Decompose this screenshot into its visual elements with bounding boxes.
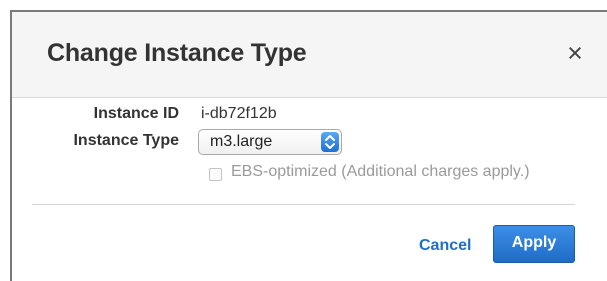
instance-type-label: Instance Type: [73, 132, 179, 149]
instance-type-select[interactable]: m3.large: [198, 129, 342, 155]
dialog-header: Change Instance Type ×: [12, 12, 607, 98]
footer-divider: [32, 204, 575, 205]
apply-button[interactable]: Apply: [493, 225, 575, 263]
ebs-optimized-checkbox[interactable]: [209, 168, 222, 181]
cancel-button[interactable]: Cancel: [419, 237, 471, 255]
instance-type-selected-value: m3.large: [210, 133, 273, 150]
chevron-up-down-icon: [321, 132, 339, 152]
close-icon[interactable]: ×: [562, 38, 588, 68]
ebs-optimized-label: EBS-optimized (Additional charges apply.…: [231, 163, 530, 180]
instance-id-label: Instance ID: [93, 105, 179, 122]
instance-id-value: i-db72f12b: [201, 105, 277, 122]
change-instance-type-dialog: Change Instance Type × Instance ID i-db7…: [10, 10, 607, 281]
dialog-title: Change Instance Type: [47, 39, 307, 67]
